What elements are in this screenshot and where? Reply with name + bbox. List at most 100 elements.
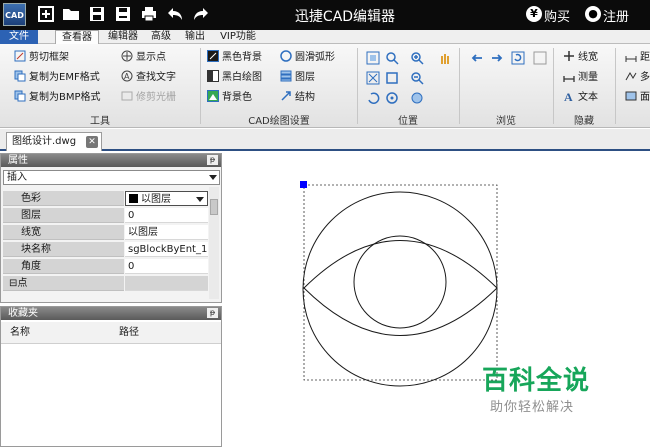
clip-frame-icon bbox=[14, 50, 26, 62]
svg-text:A: A bbox=[564, 90, 573, 102]
property-key: 色彩 bbox=[3, 191, 124, 206]
zoom-in-icon[interactable] bbox=[410, 51, 424, 65]
distance-icon bbox=[625, 50, 637, 62]
column-name[interactable]: 名称 bbox=[10, 322, 30, 344]
new-icon[interactable] bbox=[36, 4, 56, 24]
selection-box bbox=[303, 184, 498, 381]
layers-button[interactable]: 图层 bbox=[280, 69, 315, 87]
hand-pan-icon[interactable] bbox=[438, 51, 452, 65]
print-icon[interactable] bbox=[139, 4, 159, 24]
pan-icon[interactable] bbox=[366, 51, 380, 65]
back-arrow-icon[interactable] bbox=[470, 51, 484, 65]
color-select[interactable]: 以图层 bbox=[125, 191, 208, 206]
property-row[interactable]: 角度 0 bbox=[3, 259, 208, 274]
buy-link[interactable]: 购买 bbox=[544, 6, 570, 25]
show-points-button[interactable]: 显示点 bbox=[121, 49, 166, 67]
title-bar: CAD 迅捷CAD编辑器 ¥ 购买 ● 注册 bbox=[0, 0, 650, 30]
pin-icon[interactable]: ᵽ bbox=[207, 308, 218, 318]
tab-advanced[interactable]: 高级 bbox=[146, 30, 176, 44]
property-key: 图层 bbox=[3, 208, 124, 223]
structure-icon bbox=[280, 90, 292, 102]
copy-emf-icon bbox=[14, 70, 26, 82]
polyline-button[interactable]: 多 bbox=[625, 69, 650, 87]
save-icon[interactable] bbox=[87, 4, 107, 24]
property-row[interactable]: 线宽 以图层 bbox=[3, 225, 208, 240]
close-icon[interactable]: ✕ bbox=[86, 136, 98, 148]
zoom-realtime-icon[interactable] bbox=[385, 91, 399, 105]
smooth-arc-icon bbox=[280, 50, 292, 62]
column-path[interactable]: 路径 bbox=[119, 322, 139, 344]
group-label-browse: 浏览 bbox=[496, 116, 516, 127]
find-text-button[interactable]: A 查找文字 bbox=[121, 69, 176, 87]
pin-icon[interactable]: ᵽ bbox=[207, 155, 218, 165]
copy-emf-button[interactable]: 复制为EMF格式 bbox=[14, 69, 100, 87]
forward-arrow-icon[interactable] bbox=[490, 51, 504, 65]
text-a-icon: A bbox=[563, 90, 575, 104]
bw-drawing-button[interactable]: 黑白绘图 bbox=[207, 69, 262, 87]
property-group-key[interactable]: ⊟点 bbox=[3, 276, 124, 291]
area-icon bbox=[625, 90, 637, 102]
property-group-row[interactable]: ⊟点 bbox=[3, 276, 208, 291]
scrollbar-thumb[interactable] bbox=[210, 199, 218, 215]
group-label-hidden: 隐藏 bbox=[574, 116, 594, 127]
undo-icon[interactable] bbox=[165, 4, 185, 24]
property-value[interactable]: 0 bbox=[125, 259, 208, 274]
app-icon: CAD bbox=[3, 3, 26, 26]
line-width-button[interactable]: 线宽 bbox=[563, 49, 598, 67]
entity-type-select[interactable]: 插入 bbox=[3, 170, 220, 185]
text-button[interactable]: A 文本 bbox=[563, 89, 598, 107]
show-points-icon bbox=[121, 50, 133, 62]
zoom-out-icon[interactable] bbox=[410, 71, 424, 85]
background-color-icon bbox=[207, 90, 219, 102]
inner-circle[interactable] bbox=[353, 235, 447, 329]
register-link[interactable]: 注册 bbox=[603, 6, 629, 25]
ribbon: 剪切框架 复制为EMF格式 复制为BMP格式 显示点 A 查找文字 修剪光栅 工具… bbox=[0, 44, 650, 128]
chevron-down-icon[interactable] bbox=[209, 175, 217, 180]
distance-button[interactable]: 距 bbox=[625, 49, 650, 67]
user-icon[interactable]: ● bbox=[585, 6, 601, 22]
redo-icon[interactable] bbox=[191, 4, 211, 24]
zoom-window-icon[interactable] bbox=[385, 51, 399, 65]
save-as-icon[interactable] bbox=[113, 4, 133, 24]
black-background-button[interactable]: 黑色背景 bbox=[207, 49, 262, 67]
measure-button[interactable]: 测量 bbox=[563, 69, 598, 87]
menu-tabs: 文件 查看器 编辑器 高级 输出 VIP功能 bbox=[0, 30, 650, 44]
line-width-icon bbox=[563, 50, 575, 62]
tab-output[interactable]: 输出 bbox=[180, 30, 210, 44]
document-tab[interactable]: 图纸设计.dwg ✕ bbox=[6, 132, 102, 151]
copy-bmp-button[interactable]: 复制为BMP格式 bbox=[14, 89, 101, 107]
measure-icon bbox=[563, 70, 575, 82]
property-key: 线宽 bbox=[3, 225, 124, 240]
stop-icon[interactable] bbox=[533, 51, 547, 65]
area-button[interactable]: 面 bbox=[625, 89, 650, 107]
tab-viewer[interactable]: 查看器 bbox=[55, 30, 99, 44]
clip-frame-button[interactable]: 剪切框架 bbox=[14, 49, 69, 67]
smooth-arc-button[interactable]: 圆滑弧形 bbox=[280, 49, 335, 67]
zoom-extents-icon[interactable] bbox=[385, 71, 399, 85]
rotate-icon[interactable] bbox=[366, 91, 380, 105]
property-value[interactable]: 0 bbox=[125, 208, 208, 223]
grip-handle[interactable] bbox=[300, 181, 307, 188]
yen-icon[interactable]: ¥ bbox=[526, 6, 542, 22]
property-value[interactable]: 以图层 bbox=[125, 225, 208, 240]
property-value[interactable]: sgBlockByEnt_1598 bbox=[125, 242, 208, 257]
tab-file[interactable]: 文件 bbox=[0, 30, 38, 44]
chevron-down-icon[interactable] bbox=[196, 197, 204, 202]
property-row[interactable]: 块名称 sgBlockByEnt_1598 bbox=[3, 242, 208, 257]
properties-panel: 属性 ᵽ 插入 色彩 以图层 图层 0 线宽 以图层 块名称 sgBlockBy… bbox=[0, 153, 222, 303]
upper-arc[interactable] bbox=[303, 240, 498, 289]
tab-editor[interactable]: 编辑器 bbox=[103, 30, 143, 44]
fit-page-icon[interactable] bbox=[366, 71, 380, 85]
open-folder-icon[interactable] bbox=[61, 4, 81, 24]
background-color-button[interactable]: 背景色 bbox=[207, 89, 252, 107]
document-tab-label: 图纸设计.dwg bbox=[12, 136, 77, 147]
orbit-icon[interactable] bbox=[410, 91, 424, 105]
structure-button[interactable]: 结构 bbox=[280, 89, 315, 107]
tab-vip[interactable]: VIP功能 bbox=[214, 30, 262, 44]
refresh-icon[interactable] bbox=[511, 51, 525, 65]
property-row[interactable]: 图层 0 bbox=[3, 208, 208, 223]
trim-raster-button[interactable]: 修剪光栅 bbox=[121, 89, 176, 107]
properties-scrollbar[interactable] bbox=[209, 187, 219, 299]
property-row[interactable]: 色彩 以图层 bbox=[3, 191, 208, 206]
property-key: 角度 bbox=[3, 259, 124, 274]
